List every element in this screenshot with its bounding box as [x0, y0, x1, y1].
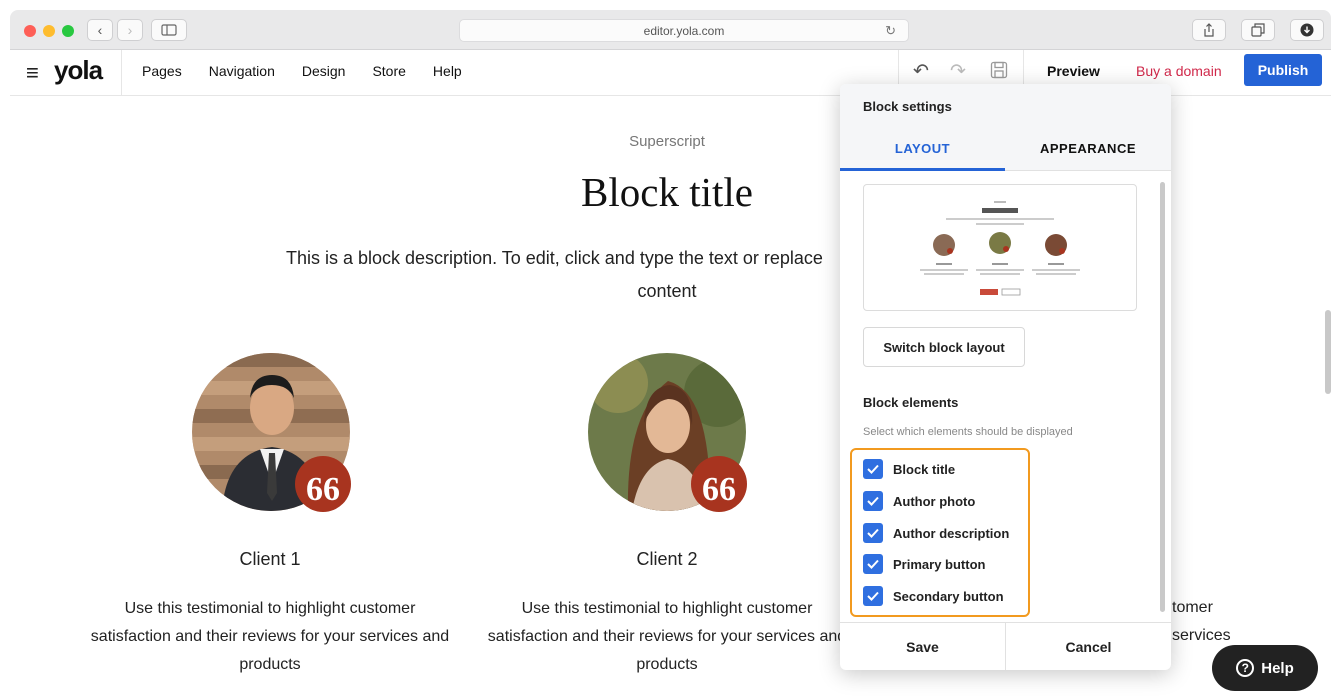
nav-help[interactable]: Help [433, 63, 462, 79]
element-toggle-author-photo[interactable]: Author photo [863, 491, 975, 511]
panel-footer: Save Cancel [840, 622, 1171, 670]
share-button[interactable] [1192, 19, 1226, 41]
downloads-button[interactable] [1290, 19, 1324, 41]
minimize-window-button[interactable] [43, 25, 55, 37]
close-window-button[interactable] [24, 25, 36, 37]
page-scrollbar[interactable] [1325, 310, 1331, 394]
preview-button[interactable]: Preview [1047, 63, 1100, 79]
element-label: Author photo [893, 493, 976, 509]
save-button[interactable]: Save [840, 639, 1005, 655]
client-3-testimonial-fragment: services [1172, 627, 1231, 644]
chevron-left-icon: ‹ [97, 22, 103, 38]
layout-thumbnail-icon [920, 201, 1080, 296]
tab-appearance[interactable]: APPEARANCE [1005, 141, 1171, 156]
checkbox-checked-icon[interactable] [863, 523, 883, 543]
publish-button[interactable]: Publish [1244, 54, 1322, 86]
panel-header: Block settings LAYOUT APPEARANCE [840, 84, 1171, 171]
reload-icon[interactable]: ↻ [885, 23, 896, 39]
browser-toolbar: ‹ › editor.yola.com ↻ [10, 10, 1331, 50]
element-label: Block title [893, 461, 956, 477]
quote-icon: 66 [702, 471, 736, 508]
block-description[interactable]: This is a block description. To edit, cl… [286, 248, 823, 269]
client-3-testimonial-fragment: tomer [1172, 599, 1213, 616]
share-icon [1204, 23, 1214, 37]
help-button[interactable]: ? Help [1212, 645, 1318, 691]
undo-icon[interactable]: ↶ [913, 60, 929, 83]
cancel-button[interactable]: Cancel [1006, 639, 1171, 655]
client-1-testimonial[interactable]: Use this testimonial to highlight custom… [90, 595, 450, 679]
main-navigation: Pages Navigation Design Store Help [142, 63, 462, 79]
element-toggle-block-title[interactable]: Block title [863, 459, 955, 479]
help-label: Help [1261, 659, 1294, 677]
download-icon [1300, 23, 1314, 37]
active-tab-indicator [840, 168, 1005, 171]
block-description-continued[interactable]: content [560, 281, 774, 302]
maximize-window-button[interactable] [62, 25, 74, 37]
element-label: Secondary button [893, 588, 1004, 604]
menu-icon[interactable]: ≡ [26, 60, 39, 86]
checkbox-checked-icon[interactable] [863, 554, 883, 574]
nav-store[interactable]: Store [372, 63, 405, 79]
nav-navigation[interactable]: Navigation [209, 63, 275, 79]
block-superscript[interactable]: Superscript [560, 133, 774, 150]
address-bar[interactable]: editor.yola.com ↻ [459, 19, 909, 42]
save-icon[interactable] [990, 61, 1008, 85]
panel-scrollbar[interactable] [1160, 182, 1165, 612]
sidebar-toggle-button[interactable] [151, 19, 187, 41]
url-text: editor.yola.com [643, 23, 725, 38]
block-title[interactable]: Block title [500, 168, 834, 216]
tabs-overview-button[interactable] [1241, 19, 1275, 41]
buy-domain-link[interactable]: Buy a domain [1136, 63, 1222, 79]
switch-block-layout-button[interactable]: Switch block layout [863, 327, 1025, 367]
block-elements-hint: Select which elements should be displaye… [863, 426, 1073, 438]
checkbox-checked-icon[interactable] [863, 491, 883, 511]
element-toggle-primary-button[interactable]: Primary button [863, 554, 985, 574]
quote-badge-2: 66 [691, 456, 747, 512]
quote-icon: 66 [306, 471, 340, 508]
element-toggle-secondary-button[interactable]: Secondary button [863, 586, 1004, 606]
quote-badge-1: 66 [295, 456, 351, 512]
window-controls [24, 25, 74, 37]
back-button[interactable]: ‹ [87, 19, 113, 41]
block-settings-panel: Block settings LAYOUT APPEARANCE Switch … [840, 84, 1171, 670]
tab-layout[interactable]: LAYOUT [840, 141, 1005, 156]
element-label: Author description [893, 525, 1010, 541]
yola-logo[interactable]: yola [54, 55, 103, 86]
divider [121, 50, 122, 96]
nav-design[interactable]: Design [302, 63, 346, 79]
checkbox-checked-icon[interactable] [863, 459, 883, 479]
element-label: Primary button [893, 556, 986, 572]
client-2-name[interactable]: Client 2 [537, 549, 797, 570]
chevron-right-icon: › [127, 22, 133, 38]
block-elements-heading: Block elements [863, 395, 959, 410]
tabs-icon [1251, 23, 1265, 37]
redo-icon[interactable]: ↷ [950, 60, 966, 83]
client-1-name[interactable]: Client 1 [140, 549, 400, 570]
element-toggle-author-description[interactable]: Author description [863, 523, 1009, 543]
sidebar-icon [161, 24, 177, 36]
checkbox-checked-icon[interactable] [863, 586, 883, 606]
client-2-testimonial[interactable]: Use this testimonial to highlight custom… [487, 595, 847, 679]
nav-pages[interactable]: Pages [142, 63, 182, 79]
layout-preview-thumbnail[interactable] [863, 184, 1137, 311]
panel-title: Block settings [863, 99, 952, 114]
question-icon: ? [1236, 659, 1255, 677]
forward-button[interactable]: › [117, 19, 143, 41]
logo-text: yola [54, 55, 103, 85]
